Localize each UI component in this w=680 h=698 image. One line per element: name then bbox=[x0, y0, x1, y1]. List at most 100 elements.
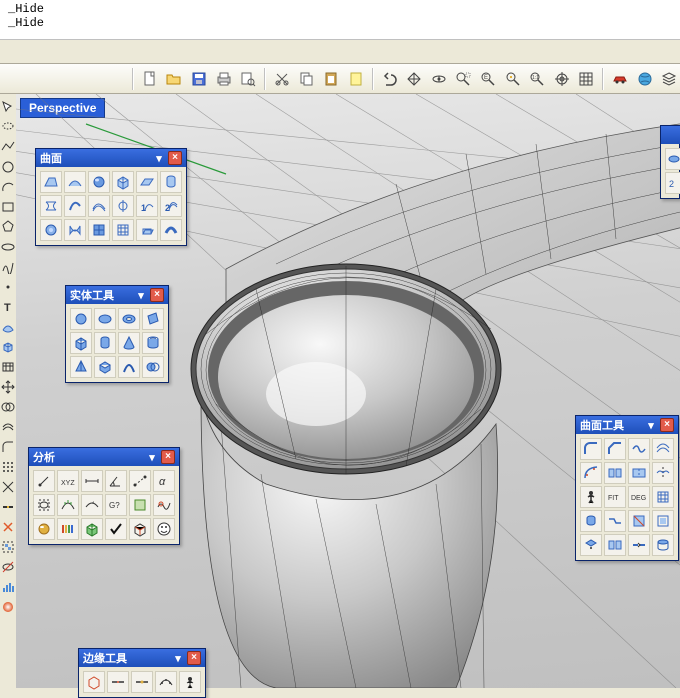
lasso-icon[interactable] bbox=[1, 120, 15, 134]
cone-solid-icon[interactable] bbox=[118, 332, 140, 354]
extrude-solid-icon[interactable] bbox=[94, 356, 116, 378]
curve-icon[interactable] bbox=[1, 260, 15, 274]
match-srf-icon[interactable] bbox=[604, 462, 626, 484]
partial-toolbox[interactable]: 2 bbox=[660, 125, 680, 199]
cut-button[interactable] bbox=[271, 68, 293, 90]
join-srf-icon[interactable] bbox=[628, 534, 650, 556]
pipe-icon[interactable] bbox=[160, 219, 182, 241]
distance-icon[interactable] bbox=[129, 470, 151, 492]
polygon-icon[interactable] bbox=[1, 220, 15, 234]
surface-tools-titlebar[interactable]: 曲面工具 ▾ × bbox=[576, 416, 678, 434]
command-history[interactable]: _Hide _Hide bbox=[0, 0, 680, 40]
shrink-icon[interactable] bbox=[580, 534, 602, 556]
zoom-selected-button[interactable] bbox=[502, 68, 524, 90]
patch-icon[interactable] bbox=[40, 219, 62, 241]
rectangle-icon[interactable] bbox=[1, 200, 15, 214]
blend-srf-icon[interactable] bbox=[628, 438, 650, 460]
fillet-srf-icon[interactable] bbox=[580, 438, 602, 460]
boolean-icon[interactable] bbox=[1, 400, 15, 414]
cyl-solid-icon[interactable] bbox=[94, 332, 116, 354]
join-icon[interactable] bbox=[1, 500, 15, 514]
torus-icon[interactable] bbox=[118, 308, 140, 330]
flyout-arrow-icon[interactable]: ▾ bbox=[145, 450, 159, 464]
symmetry-icon[interactable] bbox=[652, 462, 674, 484]
print-preview-button[interactable] bbox=[238, 68, 260, 90]
new-file-button[interactable] bbox=[139, 68, 161, 90]
partial-titlebar[interactable] bbox=[661, 126, 680, 144]
revolve-icon[interactable] bbox=[112, 195, 134, 217]
ellipse-icon[interactable] bbox=[1, 240, 15, 254]
group-icon[interactable] bbox=[1, 540, 15, 554]
zoom-extents-button[interactable]: E bbox=[477, 68, 499, 90]
deg-icon[interactable]: DEG bbox=[628, 486, 650, 508]
draft-g2-icon[interactable]: G? bbox=[105, 494, 127, 516]
flyout-arrow-icon[interactable]: ▾ bbox=[152, 151, 166, 165]
viewport-label[interactable]: Perspective bbox=[20, 98, 105, 118]
gaussian-icon[interactable] bbox=[81, 518, 103, 540]
array-icon[interactable] bbox=[1, 460, 15, 474]
render-car-button[interactable] bbox=[609, 68, 631, 90]
zoom-window-button[interactable] bbox=[453, 68, 475, 90]
tube-icon[interactable] bbox=[142, 332, 164, 354]
zebra-icon[interactable] bbox=[57, 518, 79, 540]
loft-icon[interactable] bbox=[40, 195, 62, 217]
trim-icon[interactable] bbox=[1, 480, 15, 494]
split-edge-icon[interactable] bbox=[107, 671, 129, 693]
cyl-srf-icon[interactable] bbox=[160, 171, 182, 193]
close-icon[interactable]: × bbox=[660, 418, 674, 432]
mesh-icon[interactable] bbox=[1, 360, 15, 374]
rotate-view-button[interactable] bbox=[428, 68, 450, 90]
emap-icon[interactable] bbox=[33, 518, 55, 540]
fit-icon[interactable]: FIT bbox=[604, 486, 626, 508]
edge-analysis-icon[interactable] bbox=[129, 518, 151, 540]
bbox-icon[interactable] bbox=[33, 494, 55, 516]
sphere-icon[interactable] bbox=[88, 171, 110, 193]
zoom-target-button[interactable] bbox=[551, 68, 573, 90]
rail2-icon[interactable]: 2 bbox=[160, 195, 182, 217]
pyramid-icon[interactable] bbox=[70, 356, 92, 378]
trim-srf-icon[interactable] bbox=[628, 510, 650, 532]
rail1-icon[interactable]: 1 bbox=[136, 195, 158, 217]
surface-toolbox[interactable]: 曲面 ▾ × 1 2 bbox=[35, 148, 187, 246]
network-icon[interactable] bbox=[112, 219, 134, 241]
box-solid-icon[interactable] bbox=[70, 332, 92, 354]
merge-edge-icon[interactable] bbox=[131, 671, 153, 693]
box-srf-icon[interactable] bbox=[112, 171, 134, 193]
drape-icon[interactable] bbox=[64, 219, 86, 241]
merge-srf-icon[interactable] bbox=[628, 462, 650, 484]
surface-toolbox-titlebar[interactable]: 曲面 ▾ × bbox=[36, 149, 186, 167]
save-file-button[interactable] bbox=[188, 68, 210, 90]
length-icon[interactable] bbox=[81, 470, 103, 492]
text-solid-icon[interactable] bbox=[118, 356, 140, 378]
transform-icon[interactable] bbox=[1, 380, 15, 394]
show-edges-icon[interactable] bbox=[83, 671, 105, 693]
boolean-solid-icon[interactable] bbox=[142, 356, 164, 378]
curvature-icon[interactable] bbox=[57, 494, 79, 516]
box-p-icon[interactable] bbox=[665, 148, 680, 170]
point-eval-icon[interactable] bbox=[33, 470, 55, 492]
edge-tools-toolbox[interactable]: 边缘工具 ▾ × bbox=[78, 648, 206, 698]
copy-button[interactable] bbox=[296, 68, 318, 90]
curvature-graph-icon[interactable] bbox=[153, 494, 175, 516]
render-globe-button[interactable] bbox=[634, 68, 656, 90]
sweep1-icon[interactable] bbox=[64, 195, 86, 217]
srf-corner-icon[interactable] bbox=[40, 171, 62, 193]
variable-fillet-icon[interactable] bbox=[580, 462, 602, 484]
srf-edge-icon[interactable] bbox=[64, 171, 86, 193]
extend-srf-icon[interactable] bbox=[580, 510, 602, 532]
pointer-icon[interactable] bbox=[1, 100, 15, 114]
split-srf-icon[interactable] bbox=[604, 534, 626, 556]
solid-tools-titlebar[interactable]: 实体工具 ▾ × bbox=[66, 286, 168, 304]
grid-button[interactable] bbox=[576, 68, 598, 90]
undo-button[interactable] bbox=[379, 68, 401, 90]
point-icon[interactable] bbox=[1, 280, 15, 294]
open-file-button[interactable] bbox=[164, 68, 186, 90]
close-icon[interactable]: × bbox=[168, 151, 182, 165]
fillet-icon[interactable] bbox=[1, 440, 15, 454]
flyout-arrow-icon[interactable]: ▾ bbox=[134, 288, 148, 302]
area-icon[interactable] bbox=[129, 494, 151, 516]
ellipsoid-icon[interactable] bbox=[94, 308, 116, 330]
close-icon[interactable]: × bbox=[150, 288, 164, 302]
rebuild-edge-icon[interactable] bbox=[155, 671, 177, 693]
offset-icon[interactable] bbox=[1, 420, 15, 434]
